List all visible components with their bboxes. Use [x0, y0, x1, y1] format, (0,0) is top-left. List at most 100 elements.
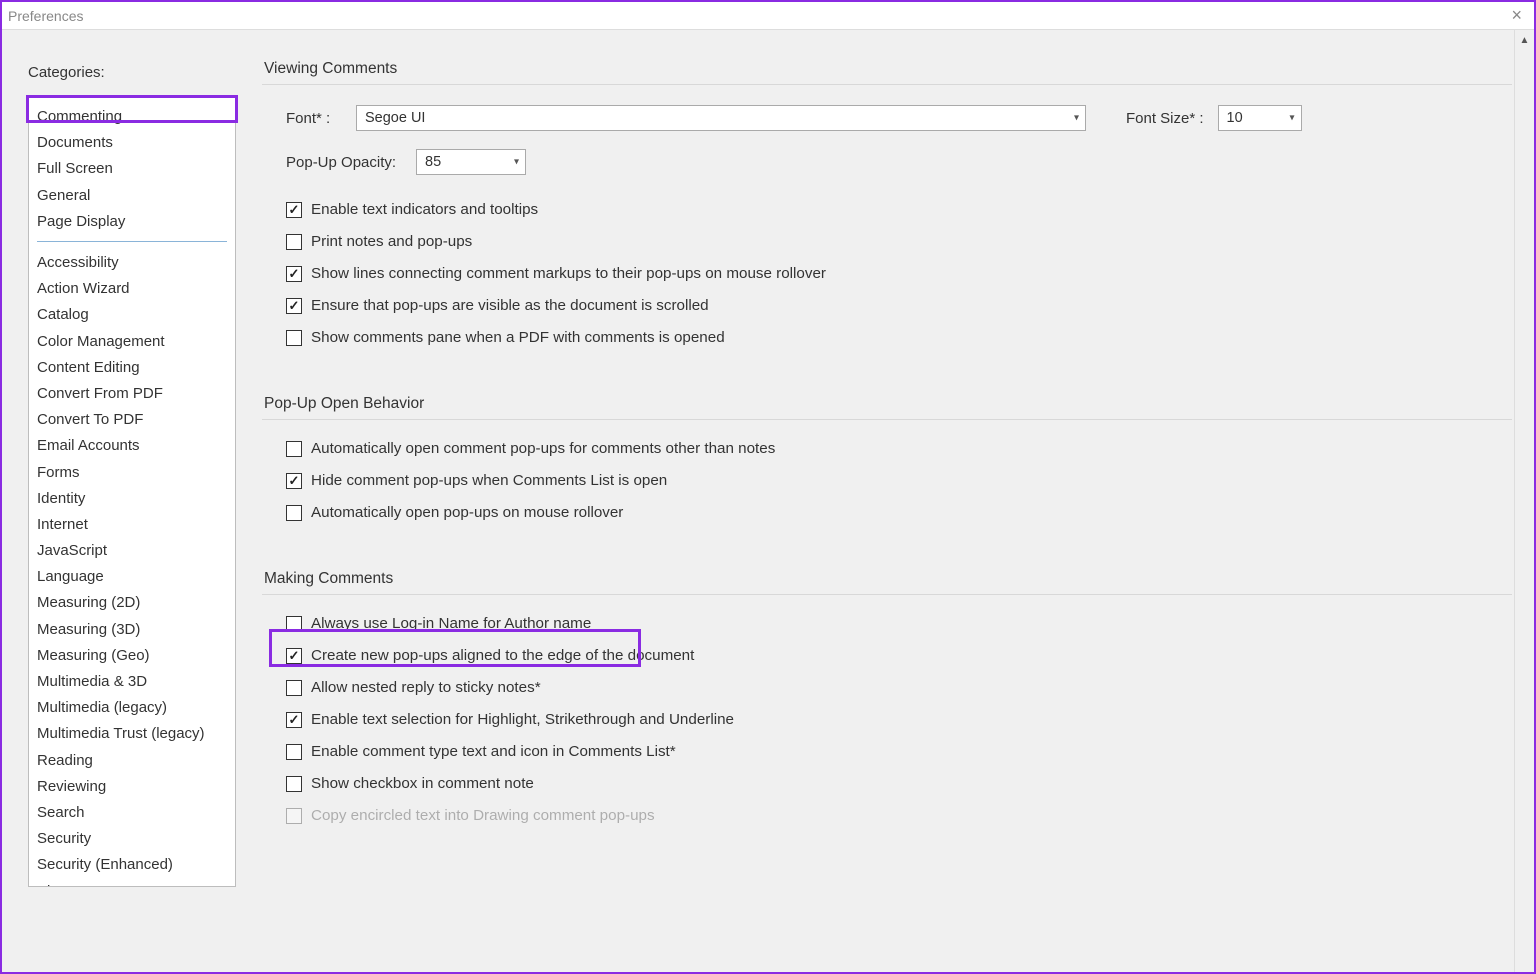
hide-popups-checkbox[interactable]: Hide comment pop-ups when Comments List …	[286, 472, 1512, 489]
copy-encircled-checkbox[interactable]: Copy encircled text into Drawing comment…	[286, 807, 1512, 824]
enable-comment-type-checkbox[interactable]: Enable comment type text and icon in Com…	[286, 743, 1512, 760]
checkbox-label: Enable comment type text and icon in Com…	[311, 743, 676, 760]
category-item[interactable]: Content Editing	[29, 355, 235, 381]
category-item[interactable]: Color Management	[29, 329, 235, 355]
auto-open-popups-checkbox[interactable]: Automatically open comment pop-ups for c…	[286, 440, 1512, 457]
titlebar: Preferences ×	[2, 2, 1534, 30]
auto-open-rollover-checkbox[interactable]: Automatically open pop-ups on mouse roll…	[286, 504, 1512, 521]
print-notes-checkbox[interactable]: Print notes and pop-ups	[286, 233, 1512, 250]
close-icon[interactable]: ×	[1511, 5, 1528, 26]
category-item[interactable]: Reading	[29, 748, 235, 774]
font-dropdown[interactable]: Segoe UI ▾	[356, 105, 1086, 131]
content-area: Categories: Commenting Documents Full Sc…	[2, 30, 1534, 972]
main-panel: Viewing Comments Font* : Segoe UI ▾ Font…	[234, 30, 1534, 972]
checkbox-label: Allow nested reply to sticky notes*	[311, 679, 541, 696]
popup-behavior-title: Pop-Up Open Behavior	[262, 395, 1512, 413]
category-item[interactable]: Reviewing	[29, 774, 235, 800]
fontsize-dropdown[interactable]: 10 ▾	[1218, 105, 1302, 131]
checkbox-icon	[286, 234, 302, 250]
ensure-popups-visible-checkbox[interactable]: Ensure that pop-ups are visible as the d…	[286, 297, 1512, 314]
category-divider	[37, 241, 227, 242]
making-comments-section: Always use Log-in Name for Author name C…	[262, 594, 1512, 845]
checkbox-label: Print notes and pop-ups	[311, 233, 472, 250]
checkbox-icon	[286, 266, 302, 282]
show-lines-checkbox[interactable]: Show lines connecting comment markups to…	[286, 265, 1512, 282]
checkbox-label: Ensure that pop-ups are visible as the d…	[311, 297, 709, 314]
checkbox-icon	[286, 330, 302, 346]
checkbox-label: Show comments pane when a PDF with comme…	[311, 329, 725, 346]
checkbox-label: Enable text selection for Highlight, Str…	[311, 711, 734, 728]
category-item[interactable]: Measuring (Geo)	[29, 643, 235, 669]
nested-reply-checkbox[interactable]: Allow nested reply to sticky notes*	[286, 679, 1512, 696]
opacity-label: Pop-Up Opacity:	[286, 154, 396, 171]
checkbox-label: Always use Log-in Name for Author name	[311, 615, 591, 632]
checkbox-label: Automatically open pop-ups on mouse roll…	[311, 504, 623, 521]
category-item[interactable]: Multimedia Trust (legacy)	[29, 721, 235, 747]
category-commenting[interactable]: Commenting	[29, 104, 235, 130]
checkbox-icon	[286, 648, 302, 664]
category-item[interactable]: Security (Enhanced)	[29, 852, 235, 878]
enable-text-indicators-checkbox[interactable]: Enable text indicators and tooltips	[286, 201, 1512, 218]
enable-text-selection-checkbox[interactable]: Enable text selection for Highlight, Str…	[286, 711, 1512, 728]
font-label: Font* :	[286, 110, 342, 127]
checkbox-icon	[286, 712, 302, 728]
category-item[interactable]: Language	[29, 564, 235, 590]
category-item[interactable]: Forms	[29, 459, 235, 485]
opacity-dropdown[interactable]: 85 ▾	[416, 149, 526, 175]
checkbox-label: Hide comment pop-ups when Comments List …	[311, 472, 667, 489]
category-fullscreen[interactable]: Full Screen	[29, 156, 235, 182]
checkbox-label: Copy encircled text into Drawing comment…	[311, 807, 655, 824]
category-item[interactable]: Measuring (2D)	[29, 590, 235, 616]
show-comments-pane-checkbox[interactable]: Show comments pane when a PDF with comme…	[286, 329, 1512, 346]
checkbox-label: Create new pop-ups aligned to the edge o…	[311, 647, 694, 664]
category-pagedisplay[interactable]: Page Display	[29, 209, 235, 235]
category-item[interactable]: Identity	[29, 486, 235, 512]
show-checkbox-note-checkbox[interactable]: Show checkbox in comment note	[286, 775, 1512, 792]
create-popups-aligned-checkbox[interactable]: Create new pop-ups aligned to the edge o…	[286, 647, 1512, 664]
category-item[interactable]: Multimedia & 3D	[29, 669, 235, 695]
checkbox-icon	[286, 298, 302, 314]
checkbox-icon	[286, 776, 302, 792]
categories-label: Categories:	[28, 64, 234, 81]
checkbox-icon	[286, 441, 302, 457]
scroll-up-icon[interactable]: ▲	[1515, 30, 1534, 50]
sidebar: Categories: Commenting Documents Full Sc…	[2, 30, 234, 972]
checkbox-icon	[286, 202, 302, 218]
category-item[interactable]: Search	[29, 800, 235, 826]
category-item[interactable]: JavaScript	[29, 538, 235, 564]
checkbox-icon	[286, 505, 302, 521]
checkbox-icon	[286, 808, 302, 824]
category-item[interactable]: Multimedia (legacy)	[29, 695, 235, 721]
vertical-scrollbar[interactable]: ▲	[1514, 30, 1534, 972]
category-item[interactable]: Action Wizard	[29, 276, 235, 302]
category-item[interactable]: Internet	[29, 512, 235, 538]
checkbox-icon	[286, 473, 302, 489]
chevron-down-icon: ▾	[1290, 113, 1295, 124]
checkbox-label: Enable text indicators and tooltips	[311, 201, 538, 218]
category-item[interactable]: Convert From PDF	[29, 381, 235, 407]
category-item[interactable]: Email Accounts	[29, 433, 235, 459]
categories-list[interactable]: Commenting Documents Full Screen General…	[28, 97, 236, 887]
fontsize-value: 10	[1227, 110, 1243, 126]
viewing-comments-title: Viewing Comments	[262, 60, 1512, 78]
category-item[interactable]: Signatures	[29, 878, 235, 887]
chevron-down-icon: ▾	[1074, 113, 1079, 124]
window-title: Preferences	[8, 8, 83, 24]
checkbox-label: Automatically open comment pop-ups for c…	[311, 440, 775, 457]
category-item[interactable]: Measuring (3D)	[29, 617, 235, 643]
category-documents[interactable]: Documents	[29, 130, 235, 156]
viewing-comments-section: Font* : Segoe UI ▾ Font Size* : 10 ▾ Pop…	[262, 84, 1512, 367]
category-general[interactable]: General	[29, 183, 235, 209]
checkbox-icon	[286, 680, 302, 696]
checkbox-icon	[286, 744, 302, 760]
chevron-down-icon: ▾	[514, 157, 519, 168]
checkbox-icon	[286, 616, 302, 632]
use-login-name-checkbox[interactable]: Always use Log-in Name for Author name	[286, 615, 1512, 632]
checkbox-label: Show checkbox in comment note	[311, 775, 534, 792]
category-item[interactable]: Accessibility	[29, 250, 235, 276]
category-item[interactable]: Security	[29, 826, 235, 852]
making-comments-title: Making Comments	[262, 570, 1512, 588]
category-item[interactable]: Convert To PDF	[29, 407, 235, 433]
popup-behavior-section: Automatically open comment pop-ups for c…	[262, 419, 1512, 542]
category-item[interactable]: Catalog	[29, 302, 235, 328]
